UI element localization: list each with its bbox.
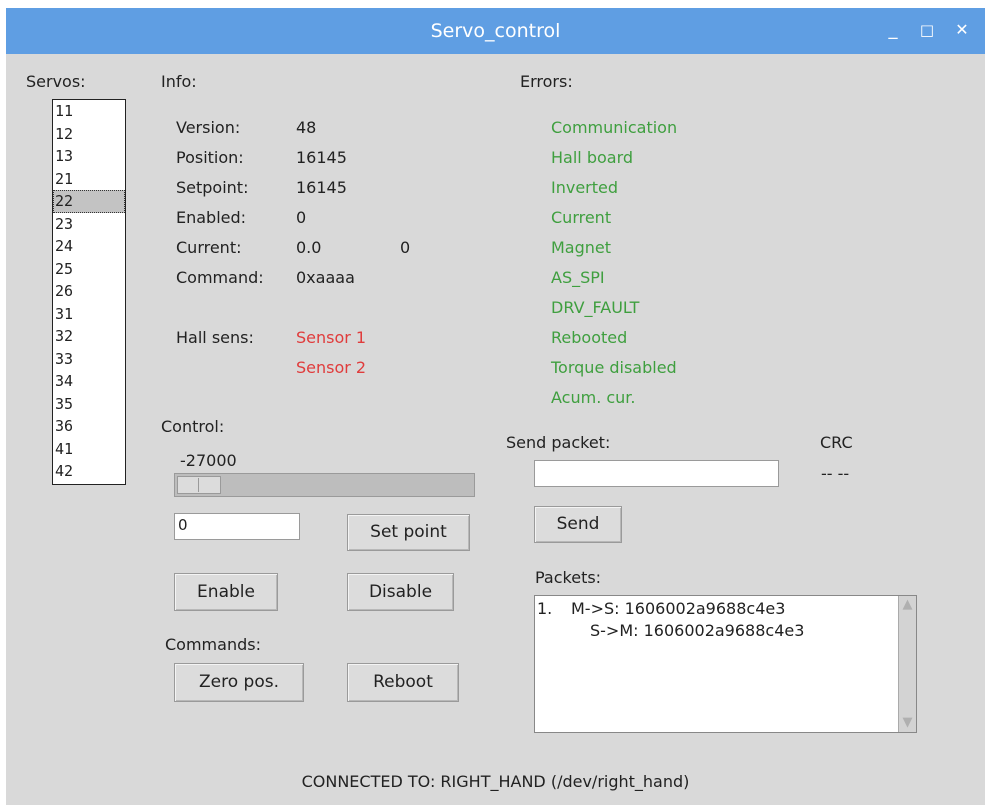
servo-item[interactable]: 34 [53, 370, 125, 393]
servo-listbox[interactable]: 11 12 13 21 22 23 24 25 26 31 32 33 34 3… [52, 99, 126, 485]
scale-value: -27000 [180, 451, 237, 470]
servos-label: Servos: [26, 72, 86, 91]
servo-item[interactable]: 32 [53, 325, 125, 348]
packets-listbox[interactable]: 1. M->S: 1606002a9688c4e3 S->M: 1606002a… [534, 595, 917, 733]
error-torque-disabled: Torque disabled [551, 358, 677, 377]
servo-item[interactable]: 31 [53, 303, 125, 326]
title-bar: Servo_control _ □ ✕ [6, 8, 985, 54]
setpoint-key: Setpoint: [176, 178, 249, 197]
servo-item[interactable]: 42 [53, 460, 125, 483]
servo-item[interactable]: 26 [53, 280, 125, 303]
position-scale[interactable] [174, 473, 475, 497]
servo-item[interactable]: 41 [53, 438, 125, 461]
hall-sens-label: Hall sens: [176, 328, 254, 347]
error-inverted: Inverted [551, 178, 619, 197]
error-communication: Communication [551, 118, 678, 137]
servo-item[interactable]: 35 [53, 393, 125, 416]
setpoint-input[interactable]: 0 [174, 513, 300, 540]
errors-label: Errors: [520, 72, 573, 91]
set-point-button[interactable]: Set point [347, 514, 470, 551]
reboot-button[interactable]: Reboot [347, 663, 459, 702]
servo-item-selected[interactable]: 22 [53, 190, 125, 213]
error-hall-board: Hall board [551, 148, 634, 167]
servo-item[interactable]: 33 [53, 348, 125, 371]
control-label: Control: [161, 417, 225, 436]
send-button[interactable]: Send [534, 506, 622, 543]
current-key: Current: [176, 238, 242, 257]
send-packet-label: Send packet: [506, 433, 611, 452]
current-extra-value: 0 [400, 238, 411, 257]
crc-label: CRC [820, 433, 853, 452]
enabled-key: Enabled: [176, 208, 247, 227]
error-rebooted: Rebooted [551, 328, 628, 347]
position-value: 16145 [296, 148, 347, 167]
current-value: 0.0 [296, 238, 322, 257]
servo-item[interactable]: 12 [53, 123, 125, 146]
hall-sensor-1: Sensor 1 [296, 328, 367, 347]
version-value: 48 [296, 118, 317, 137]
packet-number: 1. [537, 599, 553, 618]
info-label: Info: [161, 72, 197, 91]
error-drv-fault: DRV_FAULT [551, 298, 640, 317]
servo-item[interactable]: 11 [53, 100, 125, 123]
zero-pos-button[interactable]: Zero pos. [174, 663, 304, 702]
servo-item[interactable]: 21 [53, 168, 125, 191]
packet-line-m-to-s: M->S: 1606002a9688c4e3 [571, 599, 786, 618]
app-window: Servo_control _ □ ✕ Servos: 11 12 13 21 … [6, 8, 985, 805]
enable-button[interactable]: Enable [174, 573, 278, 611]
error-magnet: Magnet [551, 238, 612, 257]
version-key: Version: [176, 118, 241, 137]
servo-item[interactable]: 25 [53, 258, 125, 281]
hall-sensor-2: Sensor 2 [296, 358, 367, 377]
command-value: 0xaaaa [296, 268, 355, 287]
scroll-down-arrow-icon[interactable]: ▼ [899, 715, 916, 731]
commands-label: Commands: [165, 635, 261, 654]
command-key: Command: [176, 268, 264, 287]
servo-item[interactable]: 36 [53, 415, 125, 438]
packet-line-s-to-m: S->M: 1606002a9688c4e3 [590, 621, 805, 640]
servo-item[interactable]: 23 [53, 213, 125, 236]
scale-slider-handle[interactable] [177, 476, 221, 494]
error-acum-cur: Acum. cur. [551, 388, 636, 407]
position-key: Position: [176, 148, 244, 167]
packets-label: Packets: [535, 568, 602, 587]
servo-item[interactable]: 24 [53, 235, 125, 258]
error-current: Current [551, 208, 612, 227]
enabled-value: 0 [296, 208, 307, 227]
scroll-up-arrow-icon[interactable]: ▲ [899, 597, 916, 613]
packets-scrollbar[interactable]: ▲ ▼ [898, 596, 916, 732]
connection-status: CONNECTED TO: RIGHT_HAND (/dev/right_han… [301, 772, 690, 791]
maximize-icon[interactable]: □ [916, 19, 938, 41]
servo-item[interactable]: 13 [53, 145, 125, 168]
close-icon[interactable]: ✕ [951, 19, 973, 41]
minimize-icon[interactable]: _ [882, 19, 904, 41]
disable-button[interactable]: Disable [347, 573, 454, 611]
crc-value: -- -- [821, 464, 850, 483]
error-as-spi: AS_SPI [551, 268, 605, 287]
setpoint-value: 16145 [296, 178, 347, 197]
window-title: Servo_control [430, 20, 561, 42]
send-packet-input[interactable] [534, 460, 779, 487]
